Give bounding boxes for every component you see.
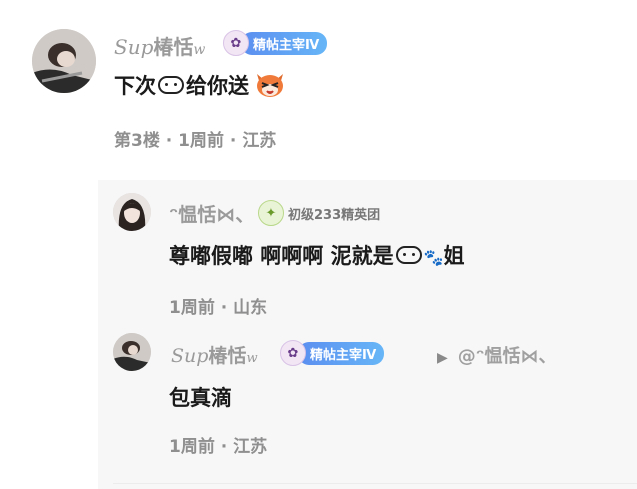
separator: ·: [220, 437, 228, 457]
avatar-photo: [113, 333, 151, 371]
username-suffix: w: [246, 351, 258, 366]
comment-content: 下次 给你送: [114, 70, 285, 101]
avatar-photo: [32, 29, 96, 93]
emoji-icon: [395, 246, 422, 264]
leaf-badge-icon: ✦: [258, 200, 284, 226]
reply-to-username: @ᵔ愠恬⋈、: [457, 346, 557, 367]
username-suffix: w: [193, 42, 206, 58]
anime-girl-badge-icon: ✿: [280, 340, 306, 366]
comment-username[interactable]: Sup椿恬w: [114, 31, 205, 60]
floor-number: 第3楼: [114, 131, 160, 151]
badge-label: 精帖主宰Ⅳ: [241, 31, 328, 55]
post-time: 1周前: [169, 437, 215, 457]
location: 江苏: [242, 131, 277, 151]
reply-meta: 1周前 · 江苏: [169, 432, 267, 457]
separator: ·: [220, 298, 228, 318]
reply-meta: 1周前 · 山东: [169, 293, 267, 318]
username-prefix: Sup: [114, 35, 154, 59]
username-main: 椿恬: [208, 345, 247, 367]
fox-face-sticker: [255, 70, 285, 98]
paw-icon: 🐾: [423, 247, 444, 267]
username-prefix: Sup: [171, 345, 209, 367]
content-text: 给你送: [186, 74, 249, 98]
emoji-icon: [158, 76, 184, 94]
location: 江苏: [233, 437, 268, 457]
reply-username[interactable]: ᵔ愠恬⋈、: [169, 200, 254, 227]
divider: [113, 483, 637, 484]
content-text: 下次: [114, 74, 156, 98]
separator: ·: [165, 131, 173, 151]
reply-avatar[interactable]: [113, 333, 151, 371]
reply-username[interactable]: Sup椿恬w: [171, 341, 258, 368]
avatar-photo: [113, 193, 151, 231]
username-main: 椿恬: [153, 35, 194, 59]
reply-content: 尊嘟假嘟 啊啊啊 泥就是 🐾姐: [169, 240, 465, 270]
content-text: 包真滴: [169, 386, 232, 410]
content-text: 尊嘟假嘟 啊啊啊 泥就是: [169, 244, 394, 268]
comment-meta: 第3楼 · 1周前 · 江苏: [114, 126, 276, 151]
post-time: 1周前: [169, 298, 215, 318]
post-time: 1周前: [178, 131, 224, 151]
badge-label: 精帖主宰Ⅳ: [298, 341, 385, 365]
reply-content: 包真滴: [169, 382, 232, 412]
badge-label: 初级233精英团: [288, 207, 381, 223]
location: 山东: [233, 298, 268, 318]
content-text: 姐: [443, 244, 465, 268]
anime-girl-badge-icon: ✿: [223, 30, 249, 56]
reply-avatar[interactable]: [113, 193, 151, 231]
badge[interactable]: ✿ 精帖主宰Ⅳ: [223, 30, 328, 56]
play-triangle-icon: ▶: [437, 350, 448, 366]
avatar[interactable]: [32, 29, 96, 93]
badge[interactable]: ✿ 精帖主宰Ⅳ: [280, 340, 385, 366]
reply-to[interactable]: ▶ @ᵔ愠恬⋈、: [437, 342, 557, 368]
separator: ·: [229, 131, 237, 151]
username-main: ᵔ愠恬⋈、: [169, 204, 255, 226]
badge[interactable]: ✦ 初级233精英团: [258, 200, 380, 226]
